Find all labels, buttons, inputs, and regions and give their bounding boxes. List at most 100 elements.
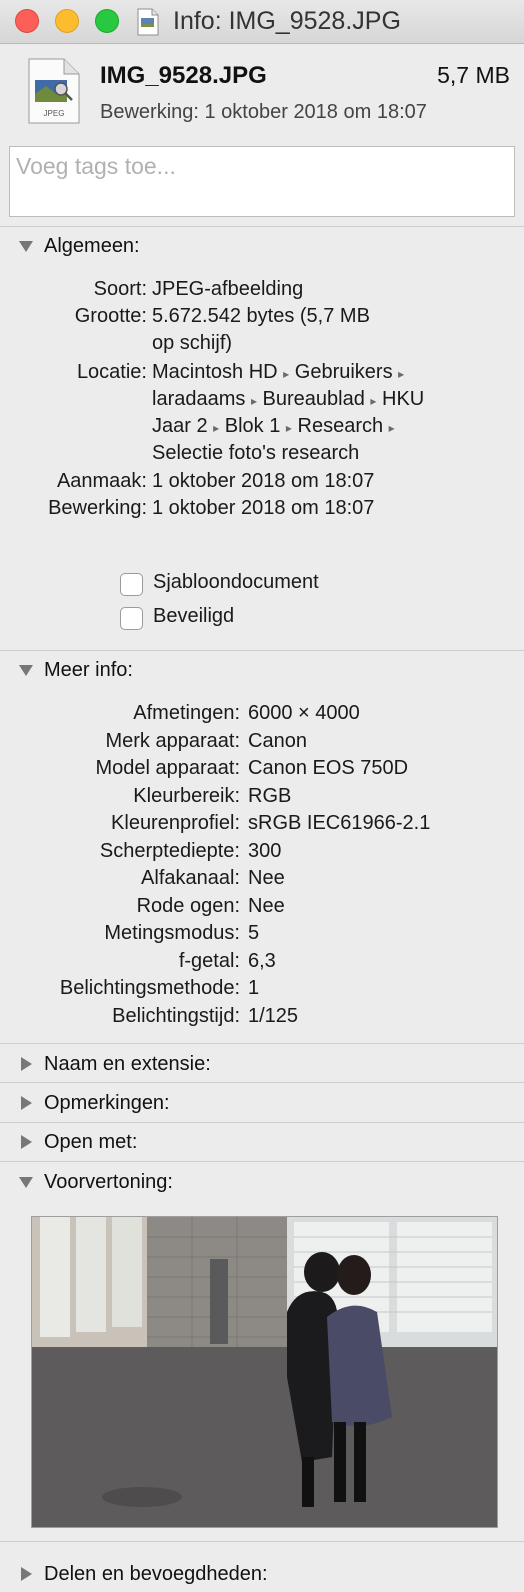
path-item: Jaar 2	[152, 415, 208, 437]
file-size: 5,7 MB	[437, 62, 510, 88]
more-info-label: Kleurbereik:	[133, 784, 240, 807]
jpeg-document-icon: JPEG	[28, 58, 80, 124]
path-line-2: laradaams ▸ Bureaublad ▸ HKU	[152, 386, 424, 415]
more-info-label: Afmetingen:	[133, 702, 240, 724]
more-info-label: Belichtingstijd:	[112, 1004, 240, 1027]
more-info-value: 1	[248, 977, 260, 999]
section-sharing-title: Delen en bevoegdheden:	[44, 1563, 268, 1585]
more-info-value: 5	[248, 922, 260, 944]
path-separator-icon: ▸	[285, 421, 292, 435]
more-info-label: Kleurenprofiel:	[111, 812, 240, 834]
path-separator-icon: ▸	[250, 394, 257, 408]
tags-input[interactable]: Voeg tags toe...	[9, 146, 515, 217]
more-info-value: RGB	[248, 784, 292, 807]
created-label: Aanmaak:	[56, 470, 147, 492]
more-info-label: Belichtingsmethode:	[59, 977, 240, 999]
divider	[0, 226, 524, 227]
section-general-title: Algemeen:	[44, 235, 140, 257]
path-separator-icon: ▸	[370, 394, 377, 408]
more-info-value: Nee	[248, 894, 285, 917]
zoom-button[interactable]	[95, 9, 119, 33]
more-info-value: 1/125	[248, 1004, 299, 1027]
path-item: Blok 1	[224, 415, 281, 437]
created-value: 1 oktober 2018 om 18:07	[152, 470, 375, 492]
divider	[0, 1082, 524, 1083]
path-line-3: Jaar 2 ▸ Blok 1 ▸ Research ▸	[152, 413, 395, 442]
more-info-label: Merk apparaat:	[105, 729, 240, 752]
path-item: HKU	[382, 388, 425, 410]
modified-label: Bewerking:	[48, 497, 147, 519]
path-item: Bureaublad	[262, 388, 365, 410]
jpeg-icon-label: JPEG	[44, 109, 65, 118]
title-bar: Info: IMG_9528.JPG	[0, 0, 524, 44]
path-separator-icon: ▸	[283, 367, 290, 381]
path-separator-icon: ▸	[398, 367, 405, 381]
stationery-label[interactable]: Sjabloondocument	[153, 571, 319, 594]
section-name-ext-header[interactable]: Naam en extensie:	[0, 1053, 524, 1081]
disclosure-closed-icon[interactable]	[18, 1056, 34, 1072]
disclosure-open-icon[interactable]	[18, 238, 34, 254]
disclosure-closed-icon[interactable]	[18, 1566, 34, 1582]
stationery-checkbox[interactable]	[120, 573, 143, 596]
divider	[0, 1122, 524, 1123]
size-label: Grootte:	[74, 305, 147, 327]
divider	[0, 1043, 524, 1044]
section-preview-title: Voorvertoning:	[44, 1171, 173, 1193]
path-item: Research	[297, 415, 384, 437]
more-info-value: 6,3	[248, 949, 276, 972]
more-info-value: Canon	[248, 729, 307, 752]
file-modified: Bewerking: 1 oktober 2018 om 18:07	[100, 101, 427, 123]
more-info-value: sRGB IEC61966-2.1	[248, 812, 431, 834]
divider	[0, 650, 524, 651]
section-sharing-header[interactable]: Delen en bevoegdheden:	[0, 1563, 524, 1591]
more-info-label: Alfakanaal:	[141, 867, 240, 889]
section-name-ext-title: Naam en extensie:	[44, 1053, 211, 1075]
section-preview-header[interactable]: Voorvertoning:	[0, 1171, 524, 1199]
path-item: laradaams	[152, 388, 246, 410]
path-separator-icon: ▸	[388, 421, 395, 435]
section-comments-header[interactable]: Opmerkingen:	[0, 1092, 524, 1120]
divider	[0, 1541, 524, 1542]
path-item: Macintosh HD	[152, 361, 278, 383]
section-general-header[interactable]: Algemeen:	[0, 235, 524, 263]
more-info-label: Rode ogen:	[136, 894, 240, 917]
section-comments-title: Opmerkingen:	[44, 1092, 170, 1114]
divider	[0, 1161, 524, 1162]
kind-value: JPEG-afbeelding	[152, 278, 304, 300]
more-info-value: 6000 × 4000	[248, 702, 360, 724]
more-info-label: f-getal:	[178, 949, 240, 972]
more-info-value: Canon EOS 750D	[248, 757, 409, 779]
kind-label: Soort:	[93, 278, 147, 300]
size-value-cont: op schijf)	[152, 332, 233, 354]
where-label: Locatie:	[76, 361, 147, 383]
path-separator-icon: ▸	[213, 421, 220, 435]
file-header: JPEG IMG_9528.JPG 5,7 MB Bewerking: 1 ok…	[0, 44, 524, 135]
more-info-value: Nee	[248, 867, 285, 889]
path-line-1: Macintosh HD ▸ Gebruikers ▸	[152, 359, 404, 388]
jpeg-file-icon	[137, 8, 159, 36]
more-info-value: 300	[248, 839, 282, 862]
preview-photo	[32, 1217, 497, 1527]
file-name: IMG_9528.JPG	[100, 62, 267, 89]
disclosure-open-icon[interactable]	[18, 662, 34, 678]
locked-checkbox[interactable]	[120, 607, 143, 630]
path-item: Selectie foto's research	[152, 442, 360, 464]
disclosure-open-icon[interactable]	[18, 1174, 34, 1190]
more-info-label: Metingsmodus:	[104, 922, 240, 944]
disclosure-closed-icon[interactable]	[18, 1095, 34, 1111]
section-open-with-title: Open met:	[44, 1131, 138, 1153]
preview-image	[31, 1216, 498, 1528]
section-more-info-header[interactable]: Meer info:	[0, 659, 524, 687]
window-title: Info: IMG_9528.JPG	[173, 7, 401, 35]
path-item: Gebruikers	[294, 361, 393, 383]
size-value: 5.672.542 bytes (5,7 MB	[152, 305, 370, 327]
locked-label[interactable]: Beveiligd	[153, 605, 234, 628]
section-more-info-title: Meer info:	[44, 659, 133, 681]
minimize-button[interactable]	[55, 9, 79, 33]
section-open-with-header[interactable]: Open met:	[0, 1131, 524, 1159]
more-info-label: Scherptediepte:	[99, 839, 240, 862]
disclosure-closed-icon[interactable]	[18, 1134, 34, 1150]
close-button[interactable]	[15, 9, 39, 33]
modified-value: 1 oktober 2018 om 18:07	[152, 497, 375, 519]
more-info-label: Model apparaat:	[95, 757, 240, 779]
